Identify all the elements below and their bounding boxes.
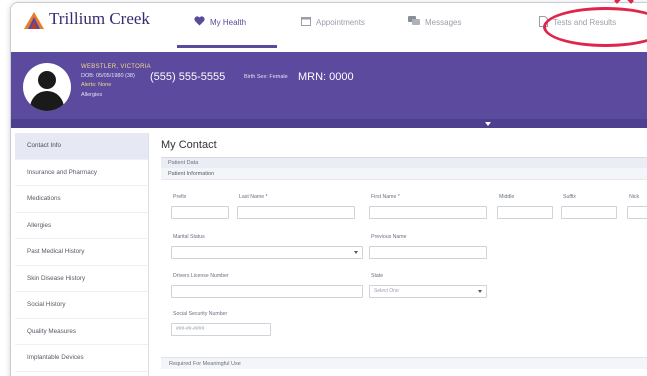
- section-header-meaningful-use: Required For Meaningful Use: [161, 357, 647, 369]
- sidebar-item-implantable-devices[interactable]: Implantable Devices: [15, 345, 148, 372]
- prefix-label: Prefix: [173, 194, 187, 200]
- trillium-logo-icon: [23, 10, 45, 32]
- active-tab-indicator: [177, 45, 277, 48]
- first-name-field[interactable]: [369, 206, 487, 219]
- dropdown-arrow-icon: [478, 290, 482, 293]
- logo[interactable]: Trillium Creek: [23, 10, 150, 32]
- patient-birth-sex: Birth Sex: Female: [244, 74, 288, 80]
- sidebar-item-quality-measures[interactable]: Quality Measures: [15, 319, 148, 345]
- ssn-placeholder: ###-##-####: [176, 326, 205, 332]
- patient-dob: DOB: 05/05/1980 (38): [81, 73, 135, 79]
- drivers-license-field[interactable]: [171, 285, 363, 298]
- brand-name: Trillium Creek: [49, 9, 150, 28]
- heart-icon: [194, 16, 205, 28]
- sidebar-item-social-history[interactable]: Social History: [15, 292, 148, 319]
- ssn-field[interactable]: ###-##-####: [171, 323, 271, 336]
- marital-status-label: Marital Status: [173, 234, 205, 240]
- banner-toggle-bar[interactable]: [11, 119, 647, 128]
- nav-messages-label: Messages: [425, 17, 462, 27]
- middle-field[interactable]: [497, 206, 553, 219]
- sidebar-item-medications[interactable]: Medications: [15, 186, 148, 213]
- nav-messages[interactable]: Messages: [408, 16, 461, 28]
- nav-tests-label: Tests and Results: [553, 18, 617, 27]
- sidebar-item-skin-disease-history[interactable]: Skin Disease History: [15, 266, 148, 292]
- calendar-icon: [301, 16, 311, 28]
- middle-label: Middle: [499, 194, 515, 200]
- nickname-field[interactable]: [627, 206, 647, 219]
- sidebar-item-allergies[interactable]: Allergies: [15, 213, 148, 239]
- nav-my-health-label: My Health: [210, 17, 247, 27]
- app-window: Trillium Creek My Health Appointments Me…: [10, 2, 647, 376]
- previous-name-field[interactable]: [369, 246, 487, 259]
- nav-my-health[interactable]: My Health: [194, 16, 246, 28]
- state-label: State: [371, 273, 384, 279]
- patient-mrn: MRN: 0000: [298, 71, 354, 83]
- last-name-field[interactable]: [237, 206, 355, 219]
- marital-status-select[interactable]: [171, 246, 363, 259]
- subsection-header-patient-information: Patient Information: [161, 168, 647, 180]
- nav-appointments-label: Appointments: [316, 17, 365, 27]
- suffix-field[interactable]: [561, 206, 617, 219]
- patient-phone: (555) 555-5555: [150, 71, 226, 83]
- suffix-label: Suffix: [563, 194, 576, 200]
- patient-alerts: Alerts: None: [81, 82, 112, 88]
- sidebar-item-past-medical-history[interactable]: Past Medical History: [15, 239, 148, 266]
- state-select-value: Select One: [374, 288, 399, 294]
- section-header-patient-data: Patient Data: [161, 157, 647, 168]
- nav-tests-and-results[interactable]: Tests and Results: [539, 16, 616, 29]
- first-name-label: First Name *: [371, 194, 400, 200]
- ssn-label: Social Security Number: [173, 311, 228, 317]
- sidebar-item-insurance-pharmacy[interactable]: Insurance and Pharmacy: [15, 160, 148, 186]
- previous-name-label: Previous Name: [371, 234, 407, 240]
- top-nav: Trillium Creek My Health Appointments Me…: [11, 3, 647, 49]
- drivers-license-label: Drivers License Number: [173, 273, 229, 279]
- last-name-label: Last Name *: [239, 194, 268, 200]
- avatar: [23, 63, 71, 111]
- patient-allergies[interactable]: Allergies: [81, 92, 102, 98]
- dropdown-arrow-icon: [354, 251, 358, 254]
- chevron-down-icon[interactable]: [485, 122, 491, 126]
- document-icon: [539, 16, 548, 29]
- patient-name: WEBSTLER, VICTORIA: [81, 64, 151, 70]
- messages-icon: [408, 16, 420, 28]
- nav-appointments[interactable]: Appointments: [301, 16, 365, 28]
- nickname-label: Nick: [629, 194, 640, 200]
- sidebar-item-contact-info[interactable]: Contact Info: [15, 133, 148, 160]
- patient-banner: WEBSTLER, VICTORIA DOB: 05/05/1980 (38) …: [11, 52, 647, 126]
- prefix-field[interactable]: [171, 206, 229, 219]
- patient-info-form: Prefix Last Name * First Name * Middle S…: [161, 180, 647, 358]
- state-select[interactable]: Select One: [369, 285, 487, 298]
- sidebar: Contact Info Insurance and Pharmacy Medi…: [15, 133, 149, 376]
- main-content: My Contact Patient Data Patient Informat…: [161, 139, 647, 369]
- page-title: My Contact: [161, 139, 217, 151]
